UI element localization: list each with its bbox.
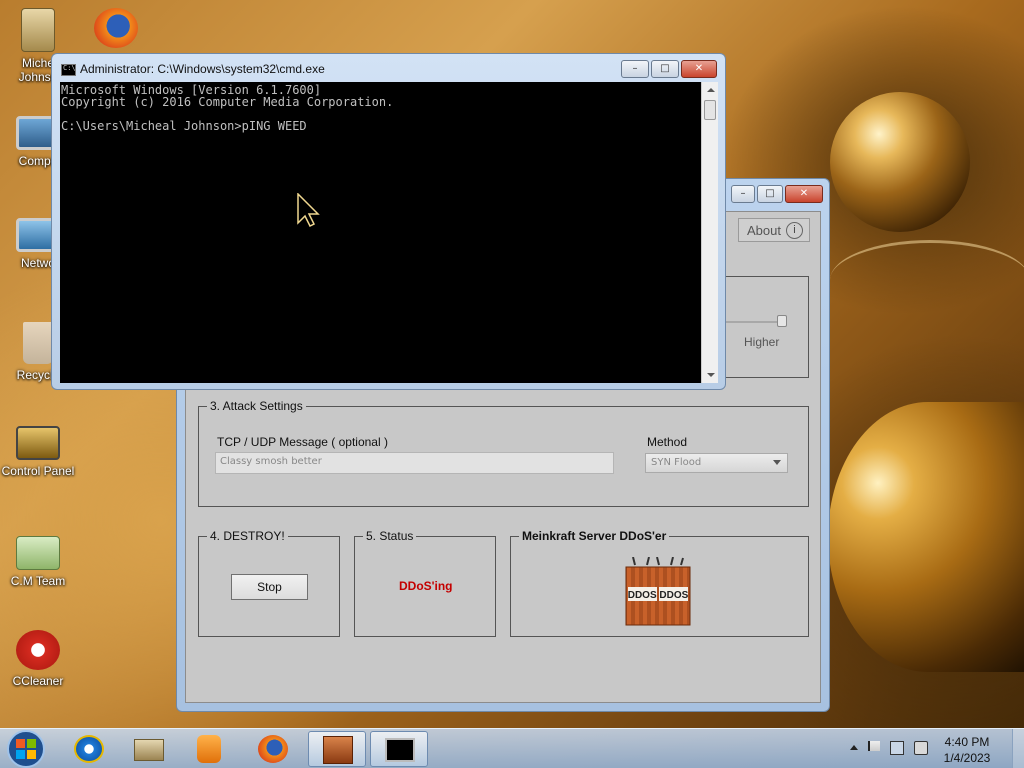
show-hidden-icons-icon[interactable] (850, 745, 858, 750)
minimize-button[interactable]: – (621, 60, 649, 78)
taskbar-ddos-app[interactable] (308, 731, 366, 767)
clock[interactable]: 4:40 PM 1/4/2023 (936, 734, 998, 766)
desktop-icon-cm-team[interactable]: C.M Team (0, 536, 76, 588)
scroll-up-icon[interactable] (707, 88, 715, 92)
console-scrollbar[interactable] (701, 82, 718, 383)
cm-team-icon (16, 536, 60, 570)
maximize-button[interactable]: □ (651, 60, 679, 78)
system-tray: 4:40 PM 1/4/2023 (834, 729, 1024, 768)
ccleaner-icon (16, 630, 60, 670)
control-panel-icon (16, 426, 60, 460)
clock-time: 4:40 PM (944, 735, 990, 749)
clock-date: 1/4/2023 (943, 751, 991, 765)
destroy-legend: 4. DESTROY! (207, 529, 288, 543)
taskbar-internet-explorer[interactable] (60, 731, 118, 767)
brand-group: Meinkraft Server DDoS'er DDOS DDOS (510, 529, 809, 637)
status-group: 5. Status DDoS'ing (354, 529, 496, 637)
desktop-icon-firefox[interactable] (78, 8, 154, 52)
user-folder-icon (21, 8, 55, 52)
close-button[interactable]: ✕ (681, 60, 717, 78)
ddos-window-controls: – □ ✕ (731, 185, 823, 203)
internet-explorer-icon (74, 735, 104, 763)
action-center-flag-icon[interactable] (868, 741, 880, 751)
taskbar-firefox[interactable] (244, 731, 302, 767)
desktop-icon-ccleaner[interactable]: CCleaner (0, 630, 76, 688)
minimize-button[interactable]: – (731, 185, 755, 203)
taskbar-media-player[interactable] (180, 731, 238, 767)
ddos-logo-text: DDOS DDOS (628, 590, 689, 601)
brand-legend: Meinkraft Server DDoS'er (519, 529, 670, 543)
higher-label: Higher (744, 335, 780, 349)
status-legend: 5. Status (363, 529, 417, 543)
ddos-app-icon (323, 736, 353, 764)
message-input[interactable]: Classy smosh better (215, 452, 614, 474)
destroy-group: 4. DESTROY! Stop (198, 529, 340, 637)
chevron-down-icon (773, 460, 781, 465)
firefox-icon (258, 735, 288, 763)
method-select[interactable]: SYN Flood (645, 453, 788, 473)
cmd-window-controls: – □ ✕ (621, 60, 717, 78)
firefox-icon (94, 8, 138, 48)
desktop-icon-label: Control Panel (1, 464, 75, 478)
console-line: C:\Users\Micheal Johnson>pING WEED (61, 119, 307, 133)
wallpaper-sphere-top (830, 92, 970, 232)
info-icon: i (786, 222, 803, 239)
cmd-window[interactable]: Administrator: C:\Windows\system32\cmd.e… (51, 53, 726, 390)
show-desktop-button[interactable] (1012, 729, 1024, 768)
console-line: Copyright (c) 2016 Computer Media Corpor… (61, 95, 394, 109)
about-button[interactable]: About i (738, 218, 810, 242)
wallpaper-swirl (830, 240, 1024, 320)
library-icon (134, 739, 164, 761)
network-icon[interactable] (890, 741, 904, 755)
stop-button[interactable]: Stop (231, 574, 308, 600)
taskbar-cmd[interactable] (370, 731, 428, 767)
scroll-thumb[interactable] (704, 100, 716, 120)
close-button[interactable]: ✕ (785, 185, 823, 203)
speed-slider-track[interactable] (725, 321, 785, 323)
wallpaper-sphere-bottom (828, 402, 1024, 672)
recycle-bin-icon (23, 322, 53, 364)
scroll-down-icon[interactable] (707, 373, 715, 377)
console-output[interactable]: Microsoft Windows [Version 6.1.7600] Copy… (60, 82, 701, 383)
cmd-icon (385, 738, 415, 762)
taskbar: 4:40 PM 1/4/2023 (0, 728, 1024, 768)
start-orb-icon[interactable] (2, 729, 54, 768)
attack-settings-legend: 3. Attack Settings (207, 399, 306, 413)
maximize-button[interactable]: □ (757, 185, 783, 203)
desktop-icon-label: CCleaner (12, 674, 64, 688)
status-text: DDoS'ing (399, 579, 453, 593)
desktop-icon-control-panel[interactable]: Control Panel (0, 426, 76, 478)
desktop-icon-label: C.M Team (10, 574, 66, 588)
method-select-value: SYN Flood (651, 457, 702, 468)
cmd-window-title: Administrator: C:\Windows\system32\cmd.e… (80, 62, 325, 76)
taskbar-library[interactable] (120, 731, 178, 767)
ddos-logo: DDOS DDOS (625, 557, 691, 626)
mouse-cursor-icon (297, 193, 320, 227)
method-label: Method (647, 435, 688, 449)
volume-muted-icon[interactable] (914, 741, 928, 755)
cmd-icon (61, 64, 76, 76)
message-label: TCP / UDP Message ( optional ) (217, 435, 388, 449)
attack-settings-group: 3. Attack Settings TCP / UDP Message ( o… (198, 399, 809, 507)
media-player-icon (197, 735, 221, 763)
about-label: About (747, 223, 781, 238)
speed-slider-thumb[interactable] (777, 315, 787, 327)
